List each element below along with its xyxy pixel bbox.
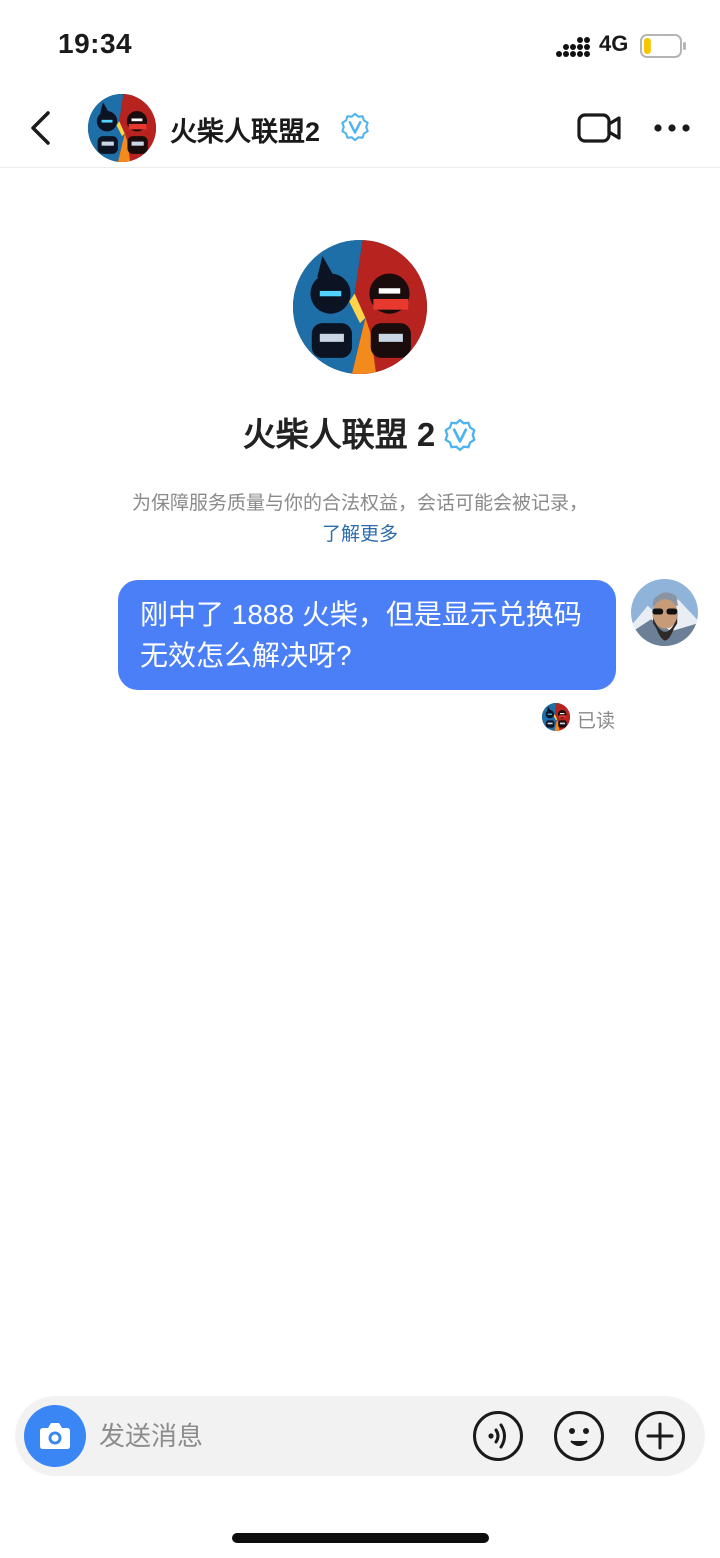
user-avatar-image (631, 579, 698, 646)
message-bubble[interactable]: 刚中了 1888 火柴，但是显示兑换码无效怎么解决呀? (118, 580, 616, 690)
game-avatar-image (293, 240, 427, 374)
chat-title[interactable]: 火柴人联盟2 (170, 110, 320, 149)
my-avatar[interactable] (631, 579, 698, 646)
chat-header: 火柴人联盟2 (0, 90, 720, 168)
home-indicator[interactable] (232, 1533, 489, 1543)
verified-v-icon (340, 112, 370, 142)
network-type: 4G (599, 31, 629, 56)
privacy-notice: 为保障服务质量与你的合法权益，会话可能会被记录， 了解更多 (60, 488, 660, 550)
voice-icon[interactable] (472, 1410, 524, 1462)
profile-name: 火柴人联盟 2 (0, 408, 720, 456)
profile-name-text: 火柴人联盟 2 (242, 416, 436, 453)
chevron-left-icon[interactable] (22, 108, 62, 148)
message-input[interactable] (99, 1418, 399, 1454)
header-avatar[interactable] (88, 94, 156, 162)
status-bar: 19:34 4G (0, 0, 720, 90)
message-input-bar (15, 1396, 705, 1476)
profile-avatar[interactable] (293, 240, 427, 374)
notice-text: 为保障服务质量与你的合法权益，会话可能会被记录， (131, 493, 588, 514)
more-dots-icon[interactable] (650, 110, 694, 146)
battery-level-fill (644, 38, 651, 54)
game-avatar-image (88, 94, 156, 162)
read-status-label: 已读 (577, 711, 616, 732)
game-avatar-image (542, 703, 570, 731)
signal-icon (556, 37, 590, 57)
camera-icon (40, 1423, 70, 1449)
verified-v-icon (443, 418, 477, 452)
battery-icon (640, 34, 686, 58)
video-camera-icon[interactable] (576, 108, 622, 148)
camera-button[interactable] (24, 1405, 86, 1467)
read-receipt-avatar (542, 703, 570, 731)
emoji-icon[interactable] (553, 1410, 605, 1462)
learn-more-link[interactable]: 了解更多 (322, 524, 398, 545)
status-time: 19:34 (58, 28, 133, 59)
plus-icon[interactable] (634, 1410, 686, 1462)
